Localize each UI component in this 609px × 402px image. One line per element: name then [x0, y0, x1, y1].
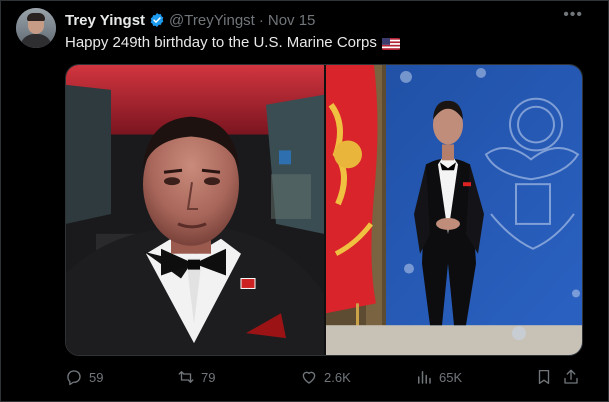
- verified-badge-icon: [149, 12, 165, 28]
- reply-button[interactable]: 59: [65, 368, 103, 386]
- retweet-count: 79: [201, 369, 216, 385]
- tweet-body: Happy 249th birthday to the U.S. Marine …: [65, 34, 377, 51]
- heart-icon: [302, 371, 316, 384]
- photo-embassy-portrait[interactable]: [326, 65, 582, 355]
- separator-dot: ·: [258, 11, 264, 29]
- like-count: 2.6K: [324, 369, 351, 385]
- reply-icon: [67, 370, 81, 386]
- action-bar: 59 79 2.6K 65K: [65, 368, 585, 388]
- views-count: 65K: [439, 369, 463, 385]
- tweet-date[interactable]: Nov 15: [268, 12, 316, 29]
- retweet-icon: [178, 371, 194, 383]
- like-button[interactable]: 2.6K: [300, 368, 351, 386]
- author-handle[interactable]: @TreyYingst: [169, 12, 255, 29]
- bookmark-button[interactable]: [535, 368, 553, 386]
- tweet-header: Trey Yingst @TreyYingst · Nov 15: [65, 11, 315, 29]
- photo-car-selfie[interactable]: [66, 65, 324, 355]
- share-button[interactable]: [562, 368, 580, 386]
- tweet-text: Happy 249th birthday to the U.S. Marine …: [65, 34, 400, 51]
- views-chart-icon: [418, 371, 431, 384]
- avatar[interactable]: [16, 8, 56, 48]
- author-name[interactable]: Trey Yingst: [65, 12, 145, 29]
- tweet-media[interactable]: [65, 64, 583, 356]
- more-horizontal-icon[interactable]: •••: [563, 7, 583, 23]
- views-button[interactable]: 65K: [415, 368, 462, 386]
- reply-count: 59: [89, 369, 104, 385]
- share-icon: [564, 369, 578, 384]
- bookmark-icon: [538, 369, 550, 385]
- us-flag-icon: [381, 37, 400, 50]
- retweet-button[interactable]: 79: [177, 368, 215, 386]
